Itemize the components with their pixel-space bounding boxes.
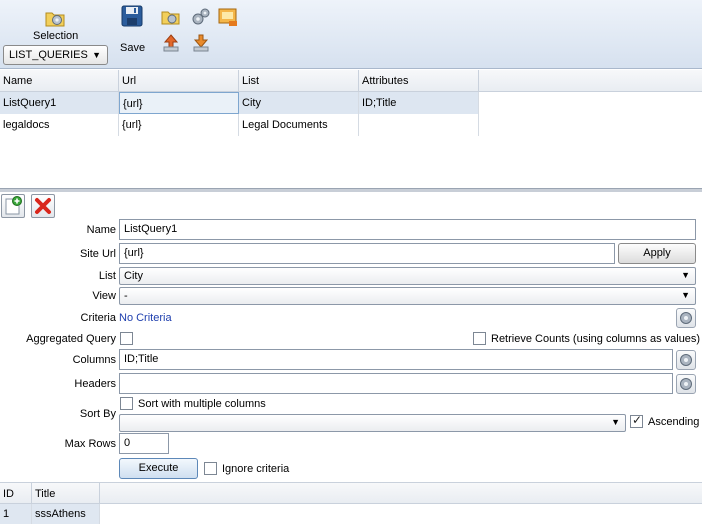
sort-by-dropdown[interactable]: ▼ [119,414,626,432]
execute-button[interactable]: Execute [119,458,198,479]
save-label: Save [120,42,146,54]
folder-gear-icon[interactable] [160,6,182,28]
cell-id[interactable]: 1 [0,504,32,524]
results-grid: ID Title 1 sssAthens [0,482,702,524]
column-header-title[interactable]: Title [32,483,100,505]
cell-list[interactable]: City [239,92,359,114]
delete-query-button[interactable] [31,194,55,218]
gear-icon [680,354,692,366]
ignore-criteria-checkbox[interactable] [204,462,217,475]
max-rows-field[interactable]: 0 [119,433,169,454]
name-field[interactable]: ListQuery1 [119,219,696,240]
ignore-criteria-label: Ignore criteria [222,463,290,475]
cell-list[interactable]: Legal Documents [239,114,359,136]
add-query-button[interactable] [1,194,25,218]
criteria-settings-button[interactable] [676,308,696,328]
selection-label: Selection [33,30,79,42]
toolbar: Selection LIST_QUERIES ▼ Save [0,0,702,69]
column-header-name[interactable]: Name [0,70,119,92]
cell-name[interactable]: legaldocs [0,114,119,136]
gear-icon [680,312,692,324]
list-label: List [98,270,116,282]
headers-label: Headers [74,378,116,390]
retrieve-counts-label: Retrieve Counts (using columns as values… [491,333,701,345]
table-row[interactable]: ListQuery1 {url} City ID;Title [0,92,479,114]
chevron-down-icon: ▼ [681,290,690,300]
query-editor-form: Name ListQuery1 Site Url {url} Apply Lis… [0,192,702,482]
gears-icon[interactable] [190,6,212,28]
sort-multiple-label: Sort with multiple columns [138,398,266,410]
chevron-down-icon: ▼ [92,50,101,60]
chevron-down-icon: ▼ [681,270,690,280]
name-label: Name [86,224,116,236]
apply-button[interactable]: Apply [618,243,696,264]
cell-attributes[interactable] [359,114,479,136]
cell-url[interactable]: {url} [119,92,239,114]
view-dropdown-value: - [124,290,128,302]
download-icon[interactable] [190,32,212,54]
headers-field[interactable] [119,373,673,394]
table-row[interactable]: 1 sssAthens [0,504,100,524]
selection-dropdown[interactable]: LIST_QUERIES ▼ [3,45,108,65]
columns-settings-button[interactable] [676,350,696,370]
columns-label: Columns [72,354,116,366]
upload-icon[interactable] [160,32,182,54]
columns-field[interactable]: ID;Title [119,349,673,370]
view-dropdown[interactable]: - ▼ [119,287,696,305]
table-row[interactable]: legaldocs {url} Legal Documents [0,114,479,136]
save-icon[interactable] [121,5,143,27]
gear-icon [680,378,692,390]
list-dropdown[interactable]: City ▼ [119,267,696,285]
selection-dropdown-value: LIST_QUERIES [9,49,88,61]
queries-grid: Name Url List Attributes ListQuery1 {url… [0,70,702,188]
cell-title[interactable]: sssAthens [32,504,100,524]
sort-multiple-checkbox[interactable] [120,397,133,410]
view-label: View [92,290,116,302]
sort-by-label: Sort By [79,408,116,420]
image-export-icon[interactable] [217,6,239,28]
cell-attributes[interactable]: ID;Title [359,92,479,114]
delete-x-icon [35,198,51,214]
results-grid-header: ID Title [0,482,702,505]
cell-url[interactable]: {url} [119,114,239,136]
column-header-attributes[interactable]: Attributes [359,70,479,92]
criteria-link[interactable]: No Criteria [119,312,172,324]
retrieve-counts-checkbox[interactable] [473,332,486,345]
list-dropdown-value: City [124,270,143,282]
criteria-label: Criteria [80,312,116,324]
site-url-field[interactable]: {url} [119,243,615,264]
aggregated-query-checkbox[interactable] [120,332,133,345]
headers-settings-button[interactable] [676,374,696,394]
ascending-checkbox[interactable] [630,413,643,428]
ascending-label: Ascending [648,416,700,428]
column-header-list[interactable]: List [239,70,359,92]
aggregated-query-label: Aggregated Query [26,333,116,345]
settings-folder-icon[interactable] [44,7,66,29]
column-header-id[interactable]: ID [0,483,32,505]
max-rows-label: Max Rows [64,438,116,450]
column-header-url[interactable]: Url [119,70,239,92]
site-url-label: Site Url [79,248,116,260]
queries-grid-header: Name Url List Attributes [0,70,702,92]
cell-name[interactable]: ListQuery1 [0,92,119,114]
chevron-down-icon: ▼ [611,417,620,427]
add-document-icon [5,196,22,215]
